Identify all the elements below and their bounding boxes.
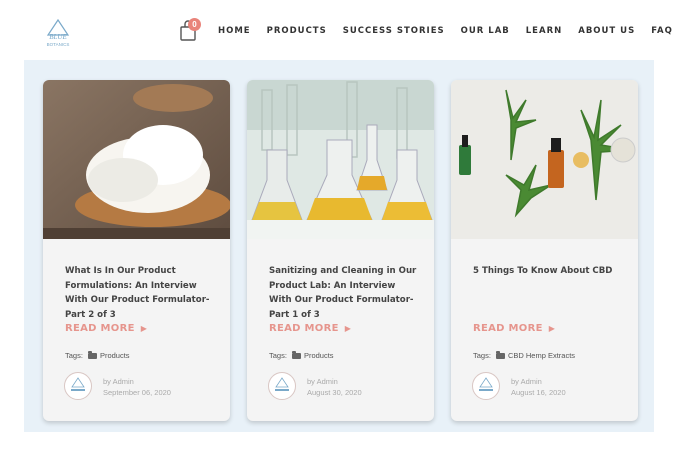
- author-avatar[interactable]: [472, 372, 500, 400]
- post-tags: Tags: CBD Hemp Extracts: [473, 350, 576, 360]
- main-nav: HOME PRODUCTS SUCCESS STORIES OUR LAB LE…: [218, 26, 678, 36]
- chevron-right-icon: ▶: [140, 324, 148, 333]
- tag-link[interactable]: CBD Hemp Extracts: [508, 351, 575, 360]
- chevron-right-icon: ▶: [344, 324, 352, 333]
- blog-card: Sanitizing and Cleaning in Our Product L…: [247, 80, 434, 421]
- nav-faq[interactable]: FAQ: [651, 26, 673, 36]
- post-image[interactable]: [451, 80, 638, 239]
- read-more-link[interactable]: READ MORE ▶: [269, 323, 351, 334]
- chevron-right-icon: ▶: [548, 324, 556, 333]
- folder-icon: [291, 350, 301, 359]
- read-more-link[interactable]: READ MORE ▶: [65, 323, 147, 334]
- post-title[interactable]: 5 Things To Know About CBD: [473, 264, 623, 279]
- svg-text:BLUE: BLUE: [49, 33, 67, 41]
- folder-icon: [87, 350, 97, 359]
- post-author: by Admin: [307, 377, 338, 386]
- post-date: August 16, 2020: [511, 388, 566, 397]
- post-byline: by Admin August 16, 2020: [511, 376, 566, 398]
- post-title[interactable]: Sanitizing and Cleaning in Our Product L…: [269, 264, 419, 322]
- author-avatar[interactable]: [64, 372, 92, 400]
- post-title[interactable]: What Is In Our Product Formulations: An …: [65, 264, 215, 322]
- post-byline: by Admin August 30, 2020: [307, 376, 362, 398]
- tag-link[interactable]: Products: [304, 351, 334, 360]
- folder-icon: [495, 350, 505, 359]
- nav-success-stories[interactable]: SUCCESS STORIES: [343, 26, 445, 36]
- read-more-link[interactable]: READ MORE ▶: [473, 323, 555, 334]
- cart-count-badge: 0: [188, 18, 201, 31]
- tag-link[interactable]: Products: [100, 351, 130, 360]
- svg-text:BOTANICS: BOTANICS: [47, 42, 70, 47]
- nav-learn[interactable]: LEARN: [526, 26, 562, 36]
- post-date: August 30, 2020: [307, 388, 362, 397]
- site-header: BLUE BOTANICS 0 HOME PRODUCTS SUCCESS ST…: [0, 0, 678, 60]
- nav-our-lab[interactable]: OUR LAB: [461, 26, 510, 36]
- post-image[interactable]: [43, 80, 230, 239]
- site-logo[interactable]: BLUE BOTANICS: [38, 18, 78, 48]
- post-image[interactable]: [247, 80, 434, 239]
- blog-card: What Is In Our Product Formulations: An …: [43, 80, 230, 421]
- nav-about-us[interactable]: ABOUT US: [578, 26, 635, 36]
- post-byline: by Admin September 06, 2020: [103, 376, 171, 398]
- post-author: by Admin: [103, 377, 134, 386]
- post-date: September 06, 2020: [103, 388, 171, 397]
- post-tags: Tags: Products: [65, 350, 130, 360]
- post-author: by Admin: [511, 377, 542, 386]
- nav-products[interactable]: PRODUCTS: [267, 26, 327, 36]
- nav-home[interactable]: HOME: [218, 26, 251, 36]
- blog-card: 5 Things To Know About CBD READ MORE ▶ Ta…: [451, 80, 638, 421]
- post-tags: Tags: Products: [269, 350, 334, 360]
- author-avatar[interactable]: [268, 372, 296, 400]
